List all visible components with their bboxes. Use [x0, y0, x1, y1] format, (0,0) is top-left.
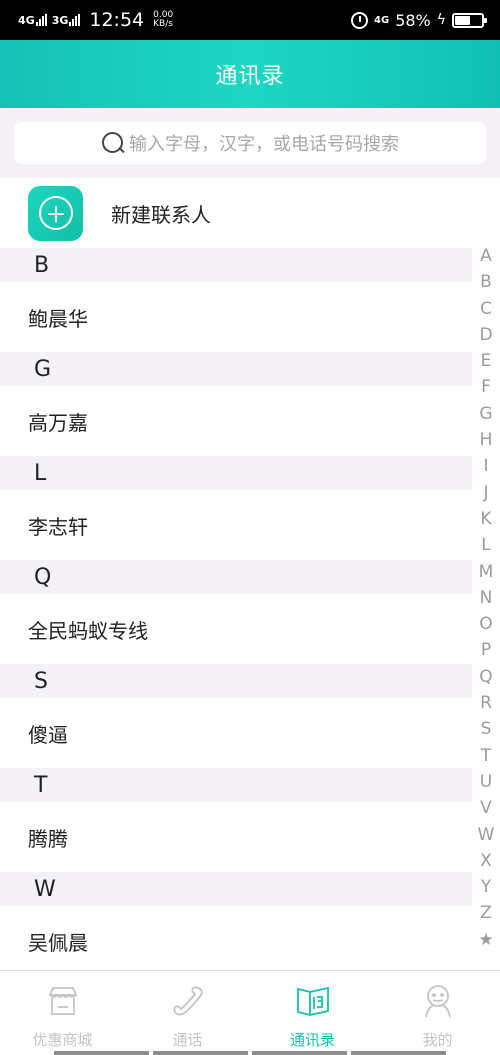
index-letter[interactable]: Y [481, 874, 491, 900]
index-letter[interactable]: Z [480, 900, 492, 926]
index-letter[interactable]: C [480, 296, 492, 322]
contact-row[interactable]: 傻逼 [0, 698, 472, 768]
nav-indicator-bar [0, 1051, 500, 1055]
nav-profile[interactable]: 我的 [375, 971, 500, 1055]
index-letter[interactable]: U [480, 769, 492, 795]
nav-contacts[interactable]: 通讯录 [250, 971, 375, 1055]
page-title: 通讯录 [215, 64, 285, 89]
section-header-s: S [0, 664, 472, 698]
add-contact-icon [28, 185, 83, 241]
contact-row[interactable]: 李志轩 [0, 490, 472, 560]
status-bar: 4G 3G 12:54 0.00 KB/s 4G 58% ϟ [0, 0, 500, 40]
battery-percent: 58% [395, 10, 431, 30]
index-letter[interactable]: ★ [478, 927, 493, 953]
index-letter[interactable]: B [480, 269, 492, 295]
search-input[interactable]: 输入字母，汉字，或电话号码搜索 [14, 122, 486, 164]
signal-4g-icon: 4G [18, 14, 47, 26]
nav-store[interactable]: 优惠商城 [0, 971, 125, 1055]
charging-icon: ϟ [436, 12, 446, 28]
contact-row[interactable]: 全民蚂蚁专线 [0, 594, 472, 664]
index-letter[interactable]: W [478, 822, 495, 848]
index-letter[interactable]: O [479, 611, 492, 637]
index-letter[interactable]: G [479, 401, 492, 427]
index-letter[interactable]: L [481, 532, 490, 558]
battery-icon [452, 12, 487, 28]
store-icon [45, 983, 81, 1019]
signal-3g-icon: 3G [52, 14, 81, 26]
alarm-icon [351, 11, 369, 29]
contact-row[interactable]: 鲍晨华 [0, 282, 472, 352]
index-letter[interactable]: E [481, 348, 492, 374]
contact-row[interactable]: 吴佩晨 [0, 906, 472, 976]
nav-calls-label: 通话 [172, 1031, 203, 1049]
nav-calls[interactable]: 通话 [125, 971, 250, 1055]
nav-contacts-label: 通讯录 [289, 1031, 335, 1049]
index-letter[interactable]: J [483, 480, 488, 506]
search-icon [101, 131, 125, 155]
section-header-l: L [0, 456, 472, 490]
index-letter[interactable]: A [480, 243, 492, 269]
index-letter[interactable]: R [480, 690, 492, 716]
index-letter[interactable]: V [480, 795, 492, 821]
index-letter[interactable]: S [481, 716, 492, 742]
search-placeholder: 输入字母，汉字，或电话号码搜索 [129, 134, 399, 155]
search-bar: 输入字母，汉字，或电话号码搜索 [0, 108, 500, 178]
index-letter[interactable]: M [479, 559, 494, 585]
contacts-book-icon [295, 983, 331, 1019]
profile-icon [420, 983, 456, 1019]
section-header-g: G [0, 352, 472, 386]
contact-row[interactable]: 腾腾 [0, 802, 472, 872]
volte-4g-icon: 4G [374, 14, 390, 26]
index-letter[interactable]: I [483, 453, 488, 479]
index-letter[interactable]: T [481, 743, 491, 769]
section-header-b: B [0, 248, 472, 282]
contact-list: B 鲍晨华 G 高万嘉 L 李志轩 Q 全民蚂蚁专线 S 傻逼 T 腾腾 W 吴佩晨 [0, 248, 472, 976]
section-header-q: Q [0, 560, 472, 594]
clock: 12:54 [89, 9, 145, 31]
nav-profile-label: 我的 [422, 1031, 453, 1049]
index-letter[interactable]: P [481, 637, 491, 663]
index-letter[interactable]: Q [479, 664, 492, 690]
index-letter[interactable]: F [481, 374, 491, 400]
index-letter[interactable]: X [480, 848, 492, 874]
index-letter[interactable]: D [479, 322, 492, 348]
new-contact-button[interactable]: 新建联系人 [0, 178, 500, 248]
app-header: 通讯录 [0, 40, 500, 108]
nav-store-label: 优惠商城 [32, 1031, 93, 1049]
phone-icon [170, 983, 206, 1019]
network-speed: 0.00 KB/s [153, 10, 174, 29]
section-header-t: T [0, 768, 472, 802]
index-letter[interactable]: H [480, 427, 493, 453]
contact-row[interactable]: 高万嘉 [0, 386, 472, 456]
index-letter[interactable]: K [480, 506, 491, 532]
bottom-navigation: 优惠商城 通话 通讯录 我的 [0, 970, 500, 1055]
new-contact-label: 新建联系人 [111, 202, 211, 227]
index-letter[interactable]: N [480, 585, 493, 611]
alphabet-index[interactable]: A B C D E F G H I J K L M N O P Q R S T U V W X Y Z ★ [472, 243, 500, 953]
section-header-w: W [0, 872, 472, 906]
